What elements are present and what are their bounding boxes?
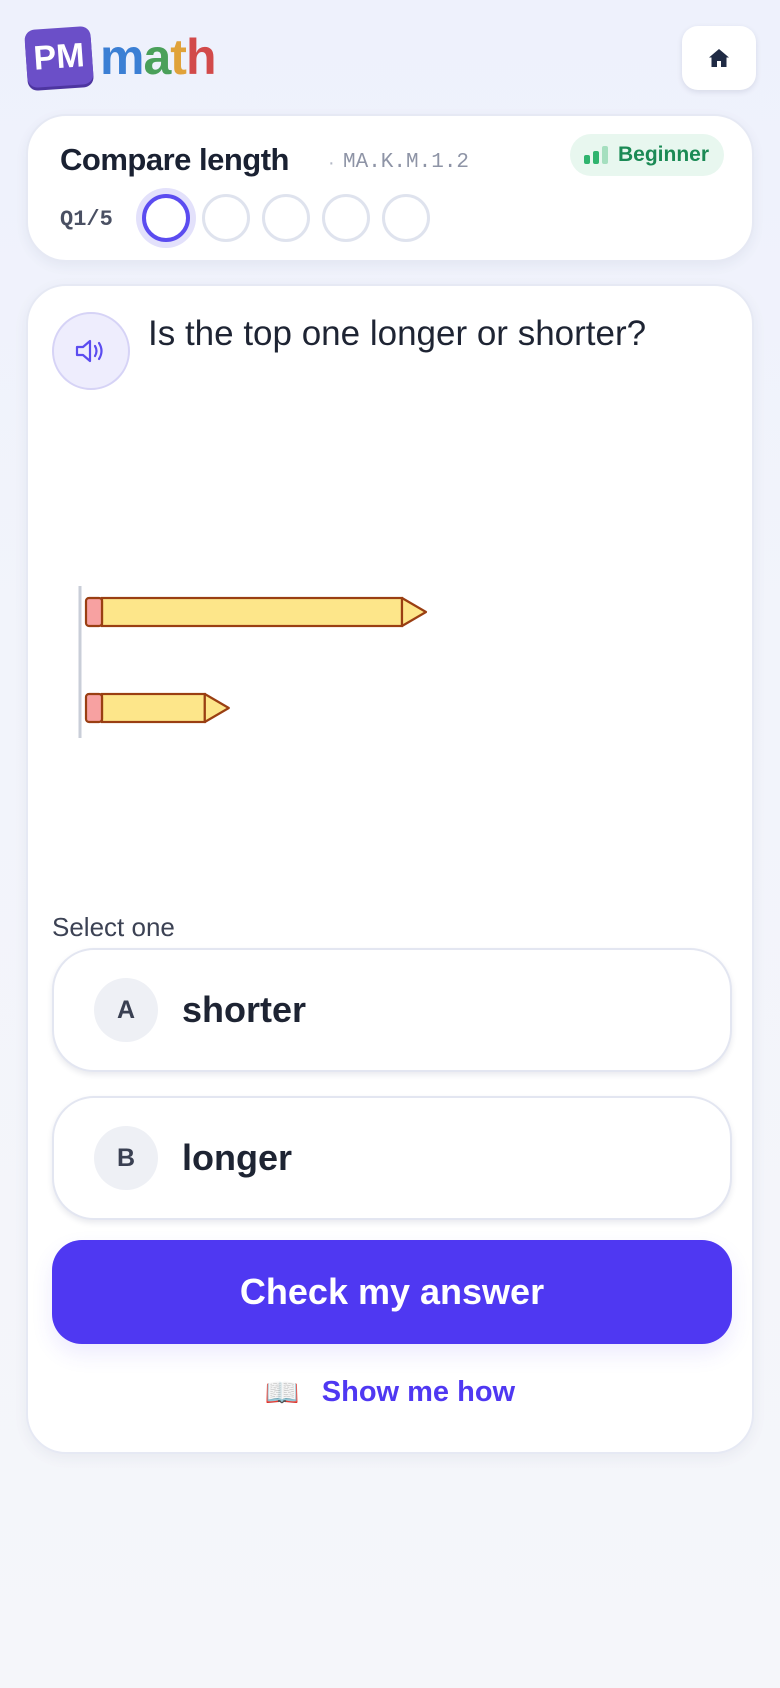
option-letter: A bbox=[94, 978, 158, 1042]
home-button[interactable] bbox=[682, 26, 756, 90]
pencil-bottom bbox=[84, 692, 230, 724]
pencil-top bbox=[84, 596, 428, 628]
read-aloud-button[interactable] bbox=[52, 312, 130, 390]
logo-letter: a bbox=[143, 29, 171, 85]
pencil-comparison-figure bbox=[78, 586, 428, 738]
progress-dot bbox=[262, 194, 310, 242]
signal-bars-icon bbox=[584, 146, 608, 164]
show-me-how-link[interactable]: 📖 Show me how bbox=[28, 1376, 752, 1409]
book-icon: 📖 bbox=[264, 1377, 300, 1408]
app-header: PM math bbox=[0, 0, 780, 110]
standard-code: MA.K.M.1.2 bbox=[343, 151, 470, 174]
answer-option-b[interactable]: B longer bbox=[52, 1096, 732, 1220]
level-badge: Beginner bbox=[570, 134, 724, 176]
progress-dot bbox=[382, 194, 430, 242]
speaker-icon bbox=[75, 339, 103, 363]
progress-dots bbox=[142, 194, 430, 242]
option-letter: B bbox=[94, 1126, 158, 1190]
logo-letter: t bbox=[170, 29, 187, 85]
question-counter: Q1/5 bbox=[60, 207, 113, 232]
topic-separator: · bbox=[328, 152, 335, 174]
level-label: Beginner bbox=[618, 143, 710, 166]
progress-dot bbox=[202, 194, 250, 242]
question-card: Is the top one longer or shorter? Select… bbox=[26, 284, 754, 1454]
app-logo: PM math bbox=[24, 25, 217, 89]
select-one-label: Select one bbox=[52, 912, 175, 942]
logo-letter: h bbox=[185, 29, 217, 85]
option-text: shorter bbox=[182, 989, 307, 1030]
logo-letter: m bbox=[100, 29, 144, 85]
logo-wordmark: math bbox=[100, 28, 217, 86]
topic-card: Compare length · MA.K.M.1.2 Beginner Q1/… bbox=[26, 114, 754, 262]
option-text: longer bbox=[182, 1137, 293, 1178]
home-icon bbox=[709, 49, 729, 67]
progress-dot-current bbox=[142, 194, 190, 242]
answer-option-a[interactable]: A shorter bbox=[52, 948, 732, 1072]
show-me-how-label: Show me how bbox=[321, 1376, 516, 1408]
progress-dot bbox=[322, 194, 370, 242]
question-text: Is the top one longer or shorter? bbox=[148, 314, 647, 353]
check-answer-button[interactable]: Check my answer bbox=[52, 1240, 732, 1344]
topic-title: Compare length bbox=[60, 142, 289, 177]
logo-badge: PM bbox=[24, 25, 94, 89]
